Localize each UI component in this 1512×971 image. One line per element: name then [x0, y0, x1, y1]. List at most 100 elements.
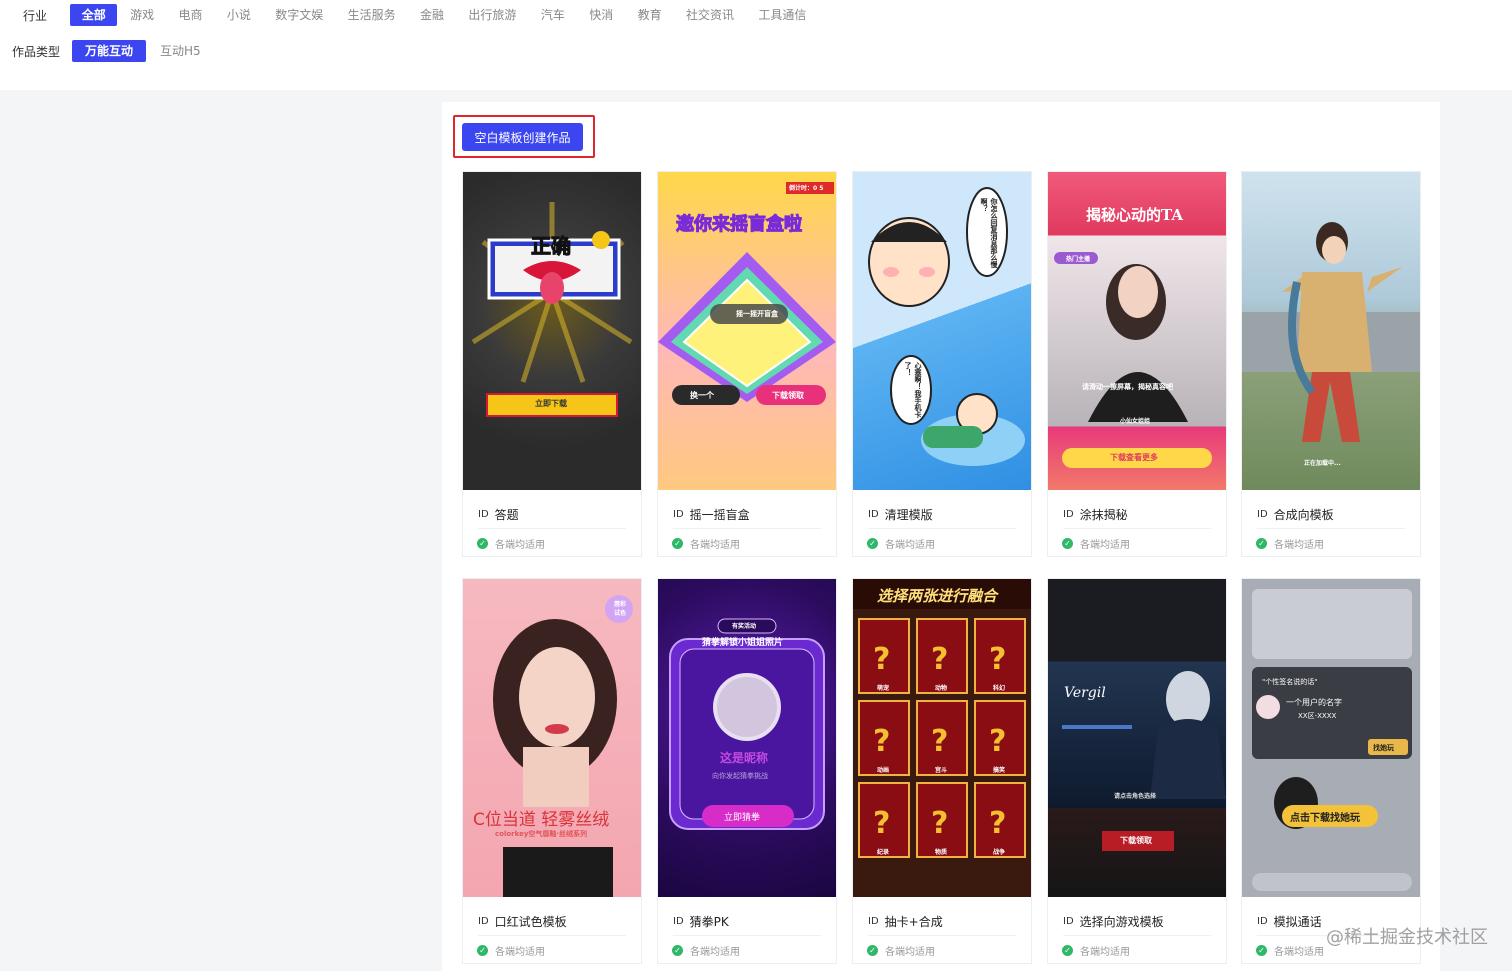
template-thumbnail: 正确 立即下载	[463, 172, 641, 490]
template-card-merge[interactable]: 正在加载中... ID 合成向模板 ✓ 各端均适用	[1241, 171, 1421, 557]
compat-tag: ✓ 各端均适用	[867, 943, 935, 958]
template-card-lipstick[interactable]: 唇彩 试色 C位当道 轻雾丝绒 colorkey空气唇釉·丝绒系列 ID 口红试色…	[462, 578, 642, 964]
gacha-card-label: 萌宠	[877, 685, 890, 692]
compat-text: 各端均适用	[495, 947, 545, 958]
compat-text: 各端均适用	[885, 540, 935, 551]
compat-text: 各端均适用	[690, 540, 740, 551]
blindbox-download-label: 下载领取	[772, 391, 804, 400]
call-download-label: 点击下载找她玩	[1290, 813, 1360, 824]
rps-caption: 向你发起猜拳挑战	[712, 772, 768, 780]
industry-chip-ecommerce[interactable]: 电商	[167, 4, 214, 26]
template-thumbnail: 有奖活动 猜拳解锁小姐姐照片 这是昵称 向你发起猜拳挑战 立即猜拳	[658, 579, 836, 897]
lipstick-illustration	[493, 595, 633, 897]
template-card-mock-call[interactable]: "个性签名说的话" 一个用户的名字 XX区-XXXX 找她玩 点击下载找她玩 I…	[1241, 578, 1421, 964]
id-label: ID	[673, 509, 684, 520]
id-label: ID	[1257, 509, 1268, 520]
reveal-download-label: 下载查看更多	[1110, 453, 1158, 462]
template-thumbnail: 唇彩 试色 C位当道 轻雾丝绒 colorkey空气唇釉·丝绒系列	[463, 579, 641, 897]
id-label: ID	[868, 509, 879, 520]
check-icon: ✓	[867, 538, 878, 549]
gacha-card-label: 物质	[935, 849, 948, 856]
template-card-quiz[interactable]: 正确 立即下载 ID 答题 ✓ 各端均适用	[462, 171, 642, 557]
blindbox-change-label: 换一个	[690, 391, 714, 400]
check-icon: ✓	[1256, 538, 1267, 549]
template-meta: ID 抽卡+合成	[868, 913, 943, 930]
svg-text:?: ?	[989, 642, 1006, 677]
rps-title: 猜拳解锁小姐姐照片	[702, 638, 784, 648]
choice-game-illustration	[1062, 671, 1226, 851]
work-type-chip-universal[interactable]: 万能互动	[72, 40, 147, 62]
industry-chip-novel[interactable]: 小说	[215, 4, 262, 26]
template-meta: ID 模拟通话	[1257, 913, 1322, 930]
cleanup-bubble-text2: 心塞啊！我手机卡了！	[904, 362, 922, 418]
compat-tag: ✓ 各端均适用	[477, 943, 545, 958]
svg-text:?: ?	[931, 724, 948, 759]
compat-text: 各端均适用	[1080, 947, 1130, 958]
id-label: ID	[1063, 916, 1074, 927]
industry-chip-all[interactable]: 全部	[70, 4, 118, 26]
rps-nickname: 这是昵称	[720, 751, 769, 765]
industry-chip-digital-ent[interactable]: 数字文娱	[264, 4, 335, 26]
template-card-reveal[interactable]: 揭秘心动的TA 热门主播 请滑动一擦屏幕，揭秘真容吧 小仙女姐姐 下载查看更多 …	[1047, 171, 1227, 557]
blindbox-countdown: 倒计时：0 5	[789, 185, 824, 192]
template-name: 口红试色模板	[494, 915, 567, 929]
industry-label: 行业	[22, 8, 47, 23]
industry-chip-social[interactable]: 社交资讯	[674, 4, 745, 26]
template-name: 摇一摇盲盒	[689, 508, 750, 522]
template-card-gacha[interactable]: ??? ??? ??? 选择两张进行融合 萌宠 动物 科幻 动画 宫斗 搞笑 纪…	[852, 578, 1032, 964]
watermark: @稀土掘金技术社区	[1326, 927, 1488, 948]
industry-chip-tools[interactable]: 工具通信	[747, 4, 818, 26]
template-name: 答题	[494, 508, 519, 522]
divider	[1063, 935, 1211, 936]
template-name: 模拟通话	[1273, 915, 1322, 929]
work-type-chip-h5[interactable]: 互动H5	[147, 40, 214, 62]
choice-caption: 请点击角色选择	[1114, 793, 1157, 800]
create-blank-button[interactable]: 空白模板创建作品	[462, 123, 583, 151]
cleanup-bubble-text: 你怎么回复消息那么慢啊？	[980, 198, 998, 268]
divider	[868, 528, 1016, 529]
template-thumbnail: ??? ??? ??? 选择两张进行融合 萌宠 动物 科幻 动画 宫斗 搞笑 纪…	[853, 579, 1031, 897]
lipstick-title: C位当道 轻雾丝绒	[473, 810, 610, 830]
check-icon: ✓	[477, 945, 488, 956]
template-card-choice-game[interactable]: Vergil 请点击角色选择 下载领取 ID 选择向游戏模板 ✓ 各端均适用	[1047, 578, 1227, 964]
compat-tag: ✓ 各端均适用	[477, 536, 545, 551]
compat-text: 各端均适用	[1080, 540, 1130, 551]
svg-text:?: ?	[873, 642, 890, 677]
template-card-blindbox[interactable]: 倒计时：0 5 邀你来摇盲盒啦 摇一摇开盲盒 换一个 下载领取 ID 摇一摇盲盒 …	[657, 171, 837, 557]
call-signature: "个性签名说的话"	[1262, 678, 1318, 686]
gacha-card-label: 战争	[993, 849, 1006, 856]
compat-tag: ✓ 各端均适用	[672, 536, 740, 551]
gacha-title: 选择两张进行融合	[877, 587, 998, 605]
call-find-label: 找她玩	[1373, 744, 1394, 752]
gacha-card-label: 科幻	[993, 685, 1006, 692]
industry-chip-finance[interactable]: 金融	[408, 4, 455, 26]
rps-activity-badge: 有奖活动	[732, 623, 757, 630]
id-label: ID	[1257, 916, 1268, 927]
industry-chip-education[interactable]: 教育	[626, 4, 673, 26]
template-meta: ID 摇一摇盲盒	[673, 506, 750, 523]
compat-text: 各端均适用	[495, 540, 545, 551]
svg-text:?: ?	[873, 806, 890, 841]
industry-chip-game[interactable]: 游戏	[118, 4, 165, 26]
industry-chip-life-service[interactable]: 生活服务	[336, 4, 407, 26]
call-region: XX区-XXXX	[1298, 712, 1337, 720]
template-meta: ID 答题	[478, 506, 519, 523]
template-name: 涂抹揭秘	[1079, 508, 1128, 522]
compat-tag: ✓ 各端均适用	[672, 943, 740, 958]
lipstick-badge: 唇彩 试色	[613, 601, 626, 617]
rps-button-label: 立即猜拳	[724, 813, 761, 823]
template-thumbnail: 你怎么回复消息那么慢啊？ 心塞啊！我手机卡了！	[853, 172, 1031, 490]
template-card-cleanup[interactable]: 你怎么回复消息那么慢啊？ 心塞啊！我手机卡了！ ID 清理模版 ✓ 各端均适用	[852, 171, 1032, 557]
quiz-download-label: 立即下载	[535, 399, 567, 408]
industry-chip-auto[interactable]: 汽车	[529, 4, 576, 26]
check-icon: ✓	[1256, 945, 1267, 956]
industry-chip-travel[interactable]: 出行旅游	[457, 4, 528, 26]
industry-chip-fmcg[interactable]: 快消	[578, 4, 625, 26]
lipstick-caption: colorkey空气唇釉·丝绒系列	[495, 830, 588, 838]
id-label: ID	[673, 916, 684, 927]
gacha-card-label: 动物	[935, 685, 948, 692]
template-thumbnail: "个性签名说的话" 一个用户的名字 XX区-XXXX 找她玩 点击下载找她玩	[1242, 579, 1420, 897]
template-card-rps[interactable]: 有奖活动 猜拳解锁小姐姐照片 这是昵称 向你发起猜拳挑战 立即猜拳 ID 猜拳PK…	[657, 578, 837, 964]
template-name: 清理模版	[884, 508, 933, 522]
merge-illustration	[1242, 222, 1420, 442]
